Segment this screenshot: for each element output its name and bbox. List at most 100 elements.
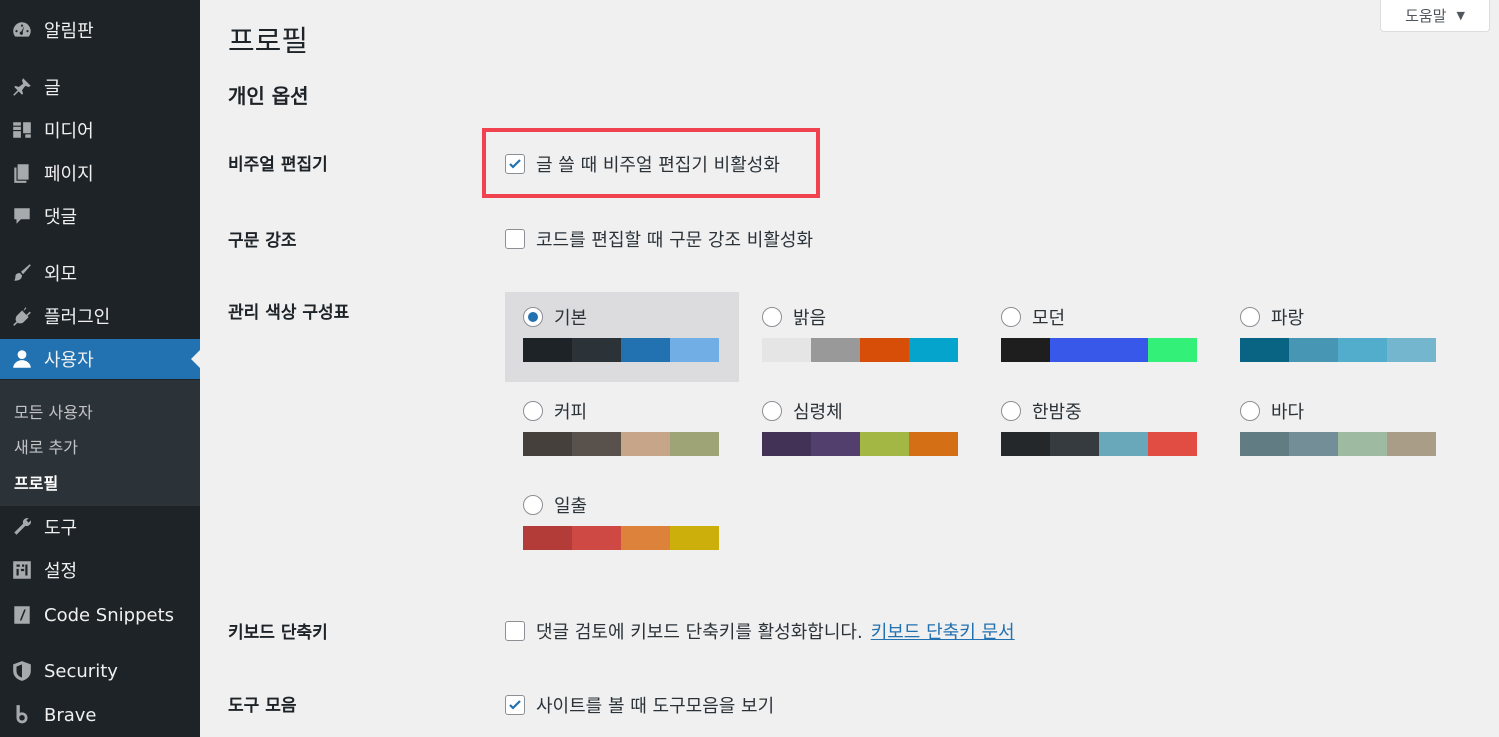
menu-label: 사용자 [44, 350, 94, 371]
toolbar-option[interactable]: 사이트를 볼 때 도구모음을 보기 [505, 692, 774, 718]
color-swatch [811, 432, 860, 456]
scheme-radio[interactable] [1240, 307, 1260, 327]
scheme-swatches [523, 432, 719, 456]
color-swatch [860, 338, 909, 362]
color-scheme-option[interactable]: 기본 [505, 292, 739, 382]
scheme-header: 일출 [523, 492, 587, 518]
scheme-name: 커피 [554, 402, 588, 423]
shield-icon [0, 660, 44, 682]
menu-security[interactable]: Security [0, 653, 200, 689]
visual-editor-checkbox[interactable] [505, 154, 525, 174]
color-swatch [572, 526, 621, 550]
scheme-radio[interactable] [523, 307, 543, 327]
scheme-radio[interactable] [523, 495, 543, 515]
brave-icon [0, 704, 44, 726]
menu-label: 페이지 [44, 164, 94, 185]
keyboard-checkbox[interactable] [505, 621, 525, 641]
menu-label: Brave [44, 704, 97, 726]
pin-icon [0, 76, 44, 98]
menu-label: 도구 [44, 518, 78, 539]
scheme-swatches [523, 526, 719, 550]
syntax-option[interactable]: 코드를 편집할 때 구문 강조 비활성화 [505, 226, 813, 252]
syntax-label: 구문 강조 [228, 231, 297, 251]
scheme-header: 기본 [523, 304, 587, 330]
color-swatch [1099, 432, 1148, 456]
color-swatch [1338, 338, 1387, 362]
color-scheme-option[interactable]: 파랑 [1222, 292, 1456, 382]
submenu-add-new[interactable]: 새로 추가 [14, 434, 78, 458]
scheme-header: 모던 [1001, 304, 1065, 330]
brush-icon [0, 262, 44, 284]
help-button[interactable]: 도움말 ▼ [1380, 0, 1490, 32]
color-swatch [621, 338, 670, 362]
scheme-header: 밝음 [762, 304, 826, 330]
color-scheme-option[interactable]: 심령체 [744, 386, 978, 476]
menu-pages[interactable]: 페이지 [0, 155, 200, 191]
toolbar-label: 도구 모음 [228, 696, 297, 716]
scheme-name: 기본 [554, 308, 588, 329]
keyboard-label: 키보드 단축키 [228, 623, 328, 643]
color-scheme-option[interactable]: 밝음 [744, 292, 978, 382]
color-swatch [1240, 338, 1289, 362]
color-swatch [1387, 432, 1436, 456]
color-scheme-option[interactable]: 커피 [505, 386, 739, 476]
color-scheme-option[interactable]: 바다 [1222, 386, 1456, 476]
dashboard-icon [0, 19, 44, 41]
menu-comments[interactable]: 댓글 [0, 198, 200, 234]
admin-sidebar: 알림판 글 미디어 페이지 댓글 외모 플러그인 사용자 모든 사용자 새로 추… [0, 0, 200, 737]
color-swatch [762, 338, 811, 362]
color-scheme-option[interactable]: 한밤중 [983, 386, 1217, 476]
keyboard-option[interactable]: 댓글 검토에 키보드 단축키를 활성화합니다. 키보드 단축키 문서 [505, 618, 1015, 644]
keyboard-docs-link[interactable]: 키보드 단축키 문서 [871, 618, 1015, 644]
menu-posts[interactable]: 글 [0, 69, 200, 105]
visual-editor-text: 글 쓸 때 비주얼 편집기 비활성화 [536, 155, 780, 176]
color-swatch [621, 432, 670, 456]
menu-label: 알림판 [44, 21, 94, 42]
menu-dashboard[interactable]: 알림판 [0, 12, 200, 48]
menu-appearance[interactable]: 외모 [0, 255, 200, 291]
submenu-profile[interactable]: 프로필 [14, 470, 58, 494]
scheme-radio[interactable] [762, 307, 782, 327]
scheme-radio[interactable] [523, 401, 543, 421]
scheme-radio[interactable] [1001, 307, 1021, 327]
menu-media[interactable]: 미디어 [0, 112, 200, 148]
submenu-all-users[interactable]: 모든 사용자 [14, 399, 93, 423]
menu-users[interactable]: 사용자 [0, 339, 200, 379]
scheme-name: 일출 [554, 496, 588, 517]
toolbar-checkbox[interactable] [505, 695, 525, 715]
comment-icon [0, 205, 44, 227]
wrench-icon [0, 516, 44, 538]
color-swatch [670, 432, 719, 456]
scheme-radio[interactable] [762, 401, 782, 421]
color-swatch [909, 432, 958, 456]
syntax-checkbox[interactable] [505, 229, 525, 249]
toolbar-text: 사이트를 볼 때 도구모음을 보기 [536, 696, 775, 717]
visual-editor-option[interactable]: 글 쓸 때 비주얼 편집기 비활성화 [505, 151, 780, 177]
scheme-radio[interactable] [1001, 401, 1021, 421]
color-swatch [1050, 338, 1099, 362]
menu-settings[interactable]: 설정 [0, 552, 200, 588]
color-swatch [1289, 338, 1338, 362]
color-scheme-option[interactable]: 일출 [505, 480, 739, 570]
menu-label: Code Snippets [44, 604, 174, 626]
help-label: 도움말 [1405, 7, 1447, 25]
color-swatch [1148, 338, 1197, 362]
menu-tools[interactable]: 도구 [0, 509, 200, 545]
scheme-radio[interactable] [1240, 401, 1260, 421]
settings-icon [0, 559, 44, 581]
media-icon [0, 119, 44, 141]
color-swatch [1289, 432, 1338, 456]
color-swatch [1001, 338, 1050, 362]
menu-plugins[interactable]: 플러그인 [0, 298, 200, 334]
color-swatch [1099, 338, 1148, 362]
scheme-swatches [1001, 338, 1197, 362]
menu-brave[interactable]: Brave [0, 697, 200, 733]
section-title: 개인 옵션 [228, 84, 309, 108]
color-scheme-option[interactable]: 모던 [983, 292, 1217, 382]
scheme-header: 심령체 [762, 398, 843, 424]
menu-code-snippets[interactable]: Code Snippets [0, 597, 200, 633]
radio-dot [528, 312, 538, 322]
scheme-swatches [762, 432, 958, 456]
color-swatch [523, 526, 572, 550]
scheme-name: 심령체 [793, 402, 843, 423]
